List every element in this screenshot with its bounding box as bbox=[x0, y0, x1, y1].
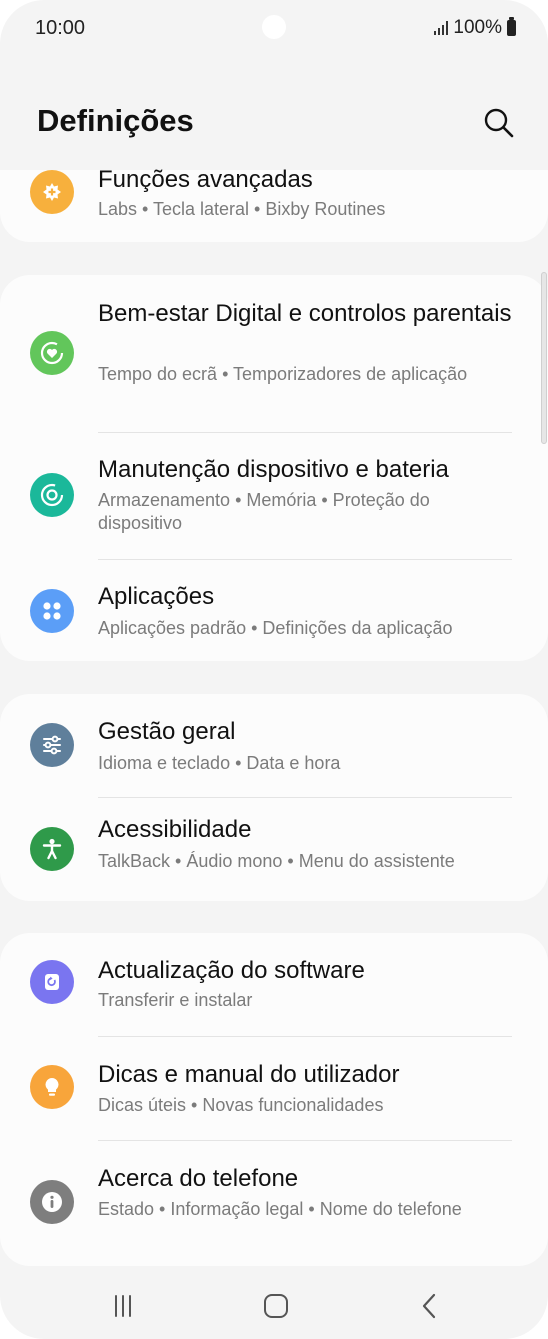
home-icon bbox=[264, 1294, 288, 1318]
settings-card-advanced: Funções avançadas Labs • Tecla lateral •… bbox=[0, 166, 548, 242]
recents-icon bbox=[115, 1295, 131, 1317]
settings-item-title: Manutenção dispositivo e bateria bbox=[98, 456, 449, 483]
navigation-bar bbox=[0, 1270, 548, 1339]
settings-item-subtitle: Estado • Informação legal • Nome do tele… bbox=[98, 1199, 462, 1219]
scrollbar[interactable] bbox=[541, 272, 547, 444]
settings-item-subtitle: Tempo do ecrã • Temporizadores de aplica… bbox=[98, 364, 468, 384]
settings-item-title: Bem-estar Digital e controlos parentais bbox=[98, 300, 512, 327]
page-title: Definições bbox=[37, 103, 194, 138]
status-indicators: 100% bbox=[434, 17, 516, 39]
settings-item-title: Aplicações bbox=[98, 583, 215, 610]
plus-gear-icon bbox=[30, 170, 74, 214]
home-button[interactable] bbox=[254, 1288, 298, 1324]
settings-item-subtitle: Idioma e teclado • Data e hora bbox=[98, 753, 341, 773]
settings-item-title: Funções avançadas bbox=[98, 166, 313, 193]
settings-item-about-phone[interactable]: Acerca do telefone Estado • Informação l… bbox=[0, 1141, 548, 1266]
back-button[interactable] bbox=[408, 1288, 452, 1324]
search-icon bbox=[484, 108, 514, 138]
info-icon bbox=[30, 1180, 74, 1224]
settings-item-subtitle: TalkBack • Áudio mono • Menu do assisten… bbox=[98, 851, 455, 871]
settings-item-subtitle: Labs • Tecla lateral • Bixby Routines bbox=[98, 199, 386, 219]
camera-cutout bbox=[262, 15, 286, 39]
settings-item-subtitle: Transferir e instalar bbox=[98, 990, 253, 1010]
apps-grid-icon bbox=[30, 589, 74, 633]
settings-item-general-management[interactable]: Gestão geral Idioma e teclado • Data e h… bbox=[0, 694, 548, 797]
settings-item-subtitle: Dicas úteis • Novas funcionalidades bbox=[98, 1095, 384, 1115]
settings-item-digital-wellbeing[interactable]: Bem-estar Digital e controlos parentais … bbox=[0, 275, 548, 432]
battery-percentage: 100% bbox=[453, 17, 502, 38]
update-icon bbox=[30, 960, 74, 1004]
sliders-icon bbox=[30, 723, 74, 767]
lightbulb-icon bbox=[30, 1065, 74, 1109]
settings-card-wellbeing: Bem-estar Digital e controlos parentais … bbox=[0, 275, 548, 661]
settings-item-title: Acerca do telefone bbox=[98, 1165, 299, 1192]
search-button[interactable] bbox=[480, 104, 518, 142]
settings-screen: 10:00 100% Definições Funções avançadas … bbox=[0, 0, 548, 1339]
status-time: 10:00 bbox=[35, 17, 86, 39]
settings-card-support: Actualização do software Transferir e in… bbox=[0, 933, 548, 1266]
settings-item-accessibility[interactable]: Acessibilidade TalkBack • Áudio mono • M… bbox=[0, 798, 548, 901]
settings-item-advanced-features[interactable]: Funções avançadas Labs • Tecla lateral •… bbox=[0, 166, 548, 242]
accessibility-icon bbox=[30, 827, 74, 871]
battery-icon bbox=[507, 17, 516, 36]
settings-item-title: Dicas e manual do utilizador bbox=[98, 1061, 400, 1088]
settings-item-title: Gestão geral bbox=[98, 718, 236, 745]
settings-item-tips-manual[interactable]: Dicas e manual do utilizador Dicas úteis… bbox=[0, 1037, 548, 1140]
status-bar: 10:00 100% bbox=[0, 0, 548, 58]
settings-item-subtitle: Armazenamento • Memória • Proteção do di… bbox=[98, 490, 430, 533]
settings-item-title: Acessibilidade bbox=[98, 816, 252, 843]
back-icon bbox=[422, 1293, 436, 1319]
settings-item-title: Actualização do software bbox=[98, 957, 365, 984]
settings-item-device-care[interactable]: Manutenção dispositivo e bateria Armazen… bbox=[0, 433, 548, 559]
settings-item-subtitle: Aplicações padrão • Definições da aplica… bbox=[98, 618, 453, 638]
settings-item-software-update[interactable]: Actualização do software Transferir e in… bbox=[0, 933, 548, 1036]
settings-card-general: Gestão geral Idioma e teclado • Data e h… bbox=[0, 694, 548, 901]
signal-icon bbox=[434, 21, 449, 35]
refresh-circle-icon bbox=[30, 473, 74, 517]
settings-item-apps[interactable]: Aplicações Aplicações padrão • Definiçõe… bbox=[0, 560, 548, 661]
recents-button[interactable] bbox=[101, 1288, 145, 1324]
heart-circle-icon bbox=[30, 331, 74, 375]
